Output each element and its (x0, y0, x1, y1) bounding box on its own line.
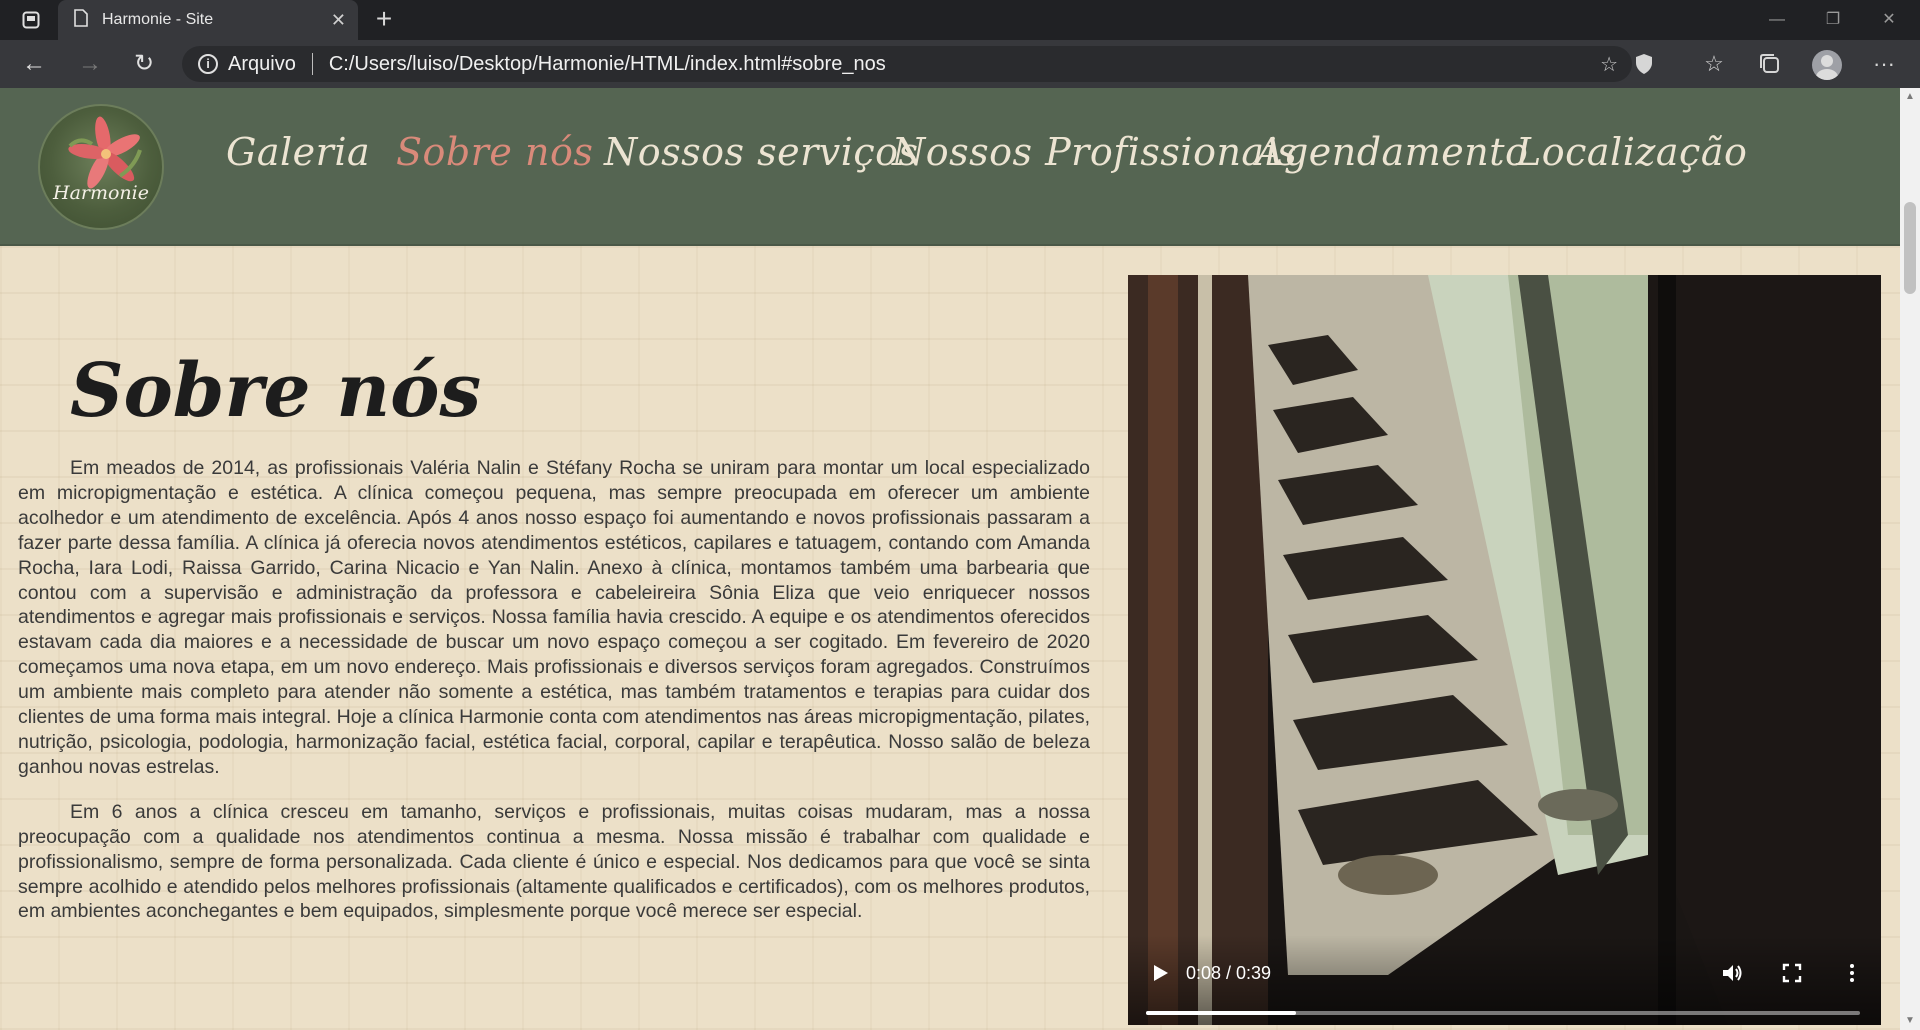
about-paragraph: Em meados de 2014, as profissionais Valé… (18, 457, 1090, 778)
info-icon[interactable]: i (198, 54, 218, 74)
video-player[interactable]: 0:08 / 0:39 (1128, 275, 1881, 1025)
video-progress-bar[interactable] (1146, 1011, 1860, 1015)
page-icon (74, 8, 88, 32)
volume-icon[interactable] (1720, 961, 1744, 985)
scrollbar-thumb[interactable] (1904, 202, 1916, 294)
page-scrollbar[interactable]: ▲ ▼ (1900, 88, 1920, 1030)
browser-tab-bar: Harmonie - Site ✕ + — ❐ ✕ (0, 0, 1920, 40)
refresh-icon[interactable]: ↻ (128, 48, 160, 80)
nav-nossos-profissionais[interactable]: Nossos Profissionais (892, 130, 1297, 174)
flower-icon (68, 116, 142, 189)
video-controls: 0:08 / 0:39 (1128, 935, 1881, 1025)
tab-actions-icon[interactable] (12, 8, 50, 32)
video-frame (1128, 275, 1881, 1025)
nav-agendamento[interactable]: Agendamento (1256, 130, 1528, 174)
about-text: Em meados de 2014, as profissionais Valé… (18, 456, 1090, 944)
restore-button[interactable]: ❐ (1810, 6, 1856, 34)
site-info-label[interactable]: Arquivo (228, 53, 296, 76)
fullscreen-icon[interactable] (1780, 961, 1804, 985)
page-viewport: Harmonie Galeria Sobre nós Nossos serviç… (0, 88, 1900, 1030)
nav-sobre-nos[interactable]: Sobre nós (396, 130, 593, 174)
browser-toolbar: ← → ↻ i Arquivo C:/Users/luiso/Desktop/H… (0, 40, 1920, 88)
browser-tab[interactable]: Harmonie - Site ✕ (58, 0, 358, 40)
site-header: Harmonie Galeria Sobre nós Nossos serviç… (0, 88, 1900, 246)
plus-icon[interactable]: + (368, 4, 400, 36)
video-progress-fill (1146, 1011, 1296, 1015)
harmonie-logo[interactable]: Harmonie (38, 104, 164, 230)
scroll-up-icon[interactable]: ▲ (1900, 88, 1920, 106)
nav-localizacao[interactable]: Localização (1516, 130, 1747, 174)
star-plus-icon[interactable]: ☆ (1600, 52, 1618, 77)
arrow-right-icon[interactable]: → (74, 48, 106, 80)
more-vertical-icon[interactable] (1840, 961, 1864, 985)
minimize-button[interactable]: — (1754, 6, 1800, 34)
favorites-icon[interactable]: ☆ (1698, 48, 1730, 80)
nav-nossos-servicos[interactable]: Nossos serviços (604, 130, 919, 174)
video-time: 0:08 / 0:39 (1186, 963, 1272, 983)
url-text[interactable]: C:/Users/luiso/Desktop/Harmonie/HTML/ind… (329, 53, 886, 76)
arrow-left-icon[interactable]: ← (18, 48, 50, 80)
scroll-down-icon[interactable]: ▼ (1900, 1012, 1920, 1030)
play-icon[interactable] (1148, 961, 1172, 985)
collections-icon[interactable] (1754, 48, 1786, 80)
window-close-button[interactable]: ✕ (1866, 6, 1912, 34)
address-divider (311, 53, 313, 75)
section-title: Sobre nós (70, 348, 482, 434)
nav-galeria[interactable]: Galeria (226, 130, 370, 174)
more-icon[interactable]: ··· (1868, 48, 1900, 80)
shield-icon[interactable] (1628, 48, 1660, 80)
avatar-icon[interactable] (1812, 50, 1842, 80)
logo-text: Harmonie (53, 182, 149, 204)
close-icon[interactable]: ✕ (331, 10, 346, 31)
address-bar[interactable]: i Arquivo C:/Users/luiso/Desktop/Harmoni… (182, 46, 1632, 82)
about-paragraph: Em 6 anos a clínica cresceu em tamanho, … (18, 800, 1090, 923)
tab-title: Harmonie - Site (102, 11, 214, 28)
